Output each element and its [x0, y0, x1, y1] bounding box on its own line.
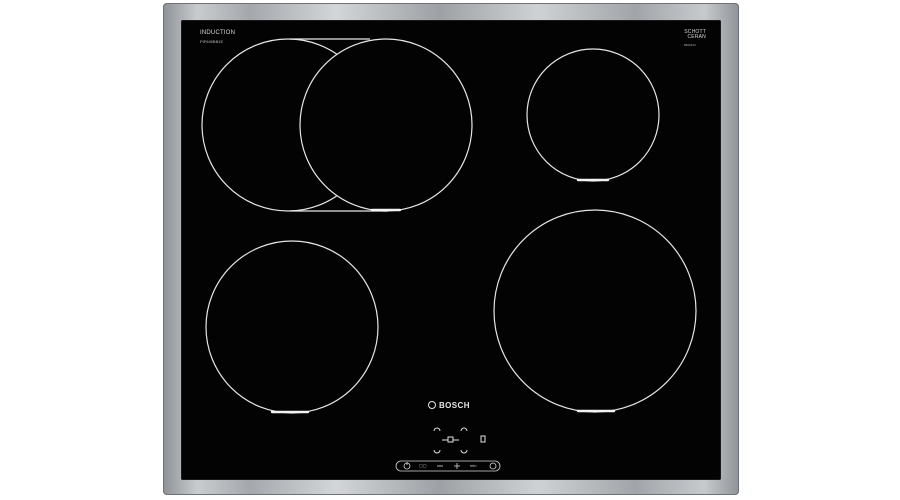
control-strip	[395, 460, 501, 472]
child-lock-icon[interactable]	[480, 435, 486, 443]
selector-front-right-icon[interactable]	[460, 449, 468, 454]
timer-label: min	[470, 463, 477, 468]
zone-selector-cluster[interactable]	[433, 427, 486, 454]
cooking-zone-front-left	[205, 240, 379, 414]
cooking-zone-rear-right	[526, 48, 660, 182]
selector-front-left-icon[interactable]	[433, 449, 441, 454]
cooking-zone-front-right	[493, 209, 697, 413]
selector-rear-right-icon[interactable]	[460, 427, 468, 432]
timer-icon[interactable]	[489, 462, 497, 470]
cooking-zones-graphic	[201, 38, 697, 472]
control-strip-outline	[395, 460, 501, 472]
selector-rear-left-icon[interactable]	[433, 427, 441, 432]
selector-center-icon	[447, 436, 454, 443]
lock-symbol-label: ▢▢	[419, 463, 427, 468]
cooking-zone-rear-center	[299, 38, 473, 212]
